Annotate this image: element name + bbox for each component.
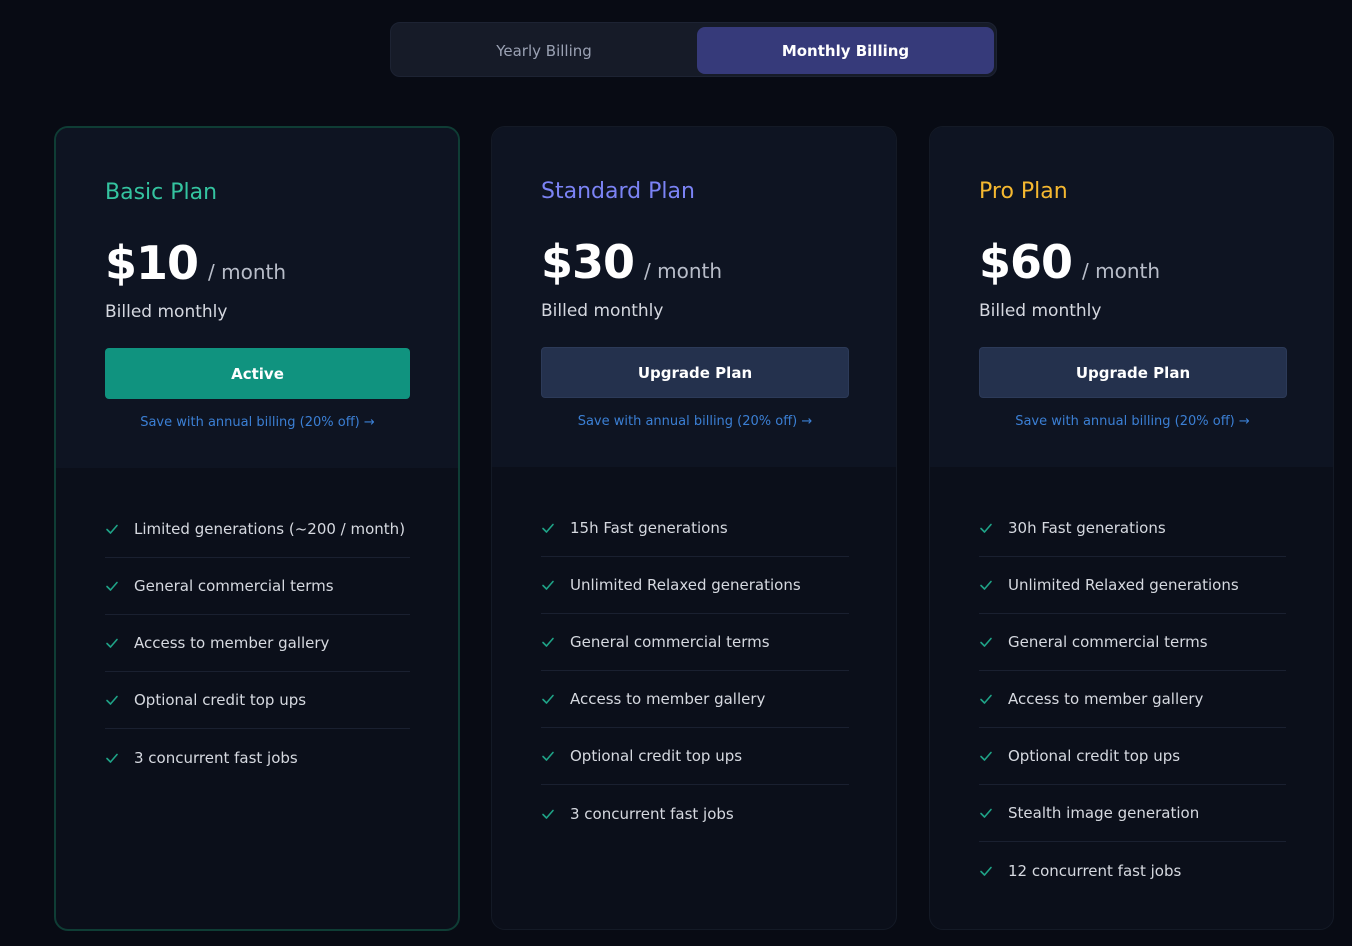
feature-label: Unlimited Relaxed generations xyxy=(570,576,801,594)
billing-frequency: Billed monthly xyxy=(105,302,228,322)
feature-item: General commercial terms xyxy=(105,558,410,615)
feature-item: Access to member gallery xyxy=(979,671,1286,728)
check-icon xyxy=(980,637,992,647)
upgrade-plan-button[interactable]: Upgrade Plan xyxy=(541,347,849,398)
plan-name: Pro Plan xyxy=(979,179,1068,204)
feature-label: Optional credit top ups xyxy=(570,747,743,765)
feature-label: 12 concurrent fast jobs xyxy=(1008,861,1182,880)
feature-item: General commercial terms xyxy=(979,614,1286,671)
check-icon xyxy=(106,638,118,648)
feature-item: 30h Fast generations xyxy=(979,500,1286,557)
feature-label: Limited generations (~200 / month) xyxy=(134,520,406,538)
feature-item: Unlimited Relaxed generations xyxy=(979,557,1286,614)
feature-item: Stealth image generation xyxy=(979,785,1286,842)
monthly-billing-tab[interactable]: Monthly Billing xyxy=(697,27,994,74)
plan-name: Standard Plan xyxy=(541,179,695,204)
yearly-billing-tab[interactable]: Yearly Billing xyxy=(395,27,693,74)
feature-label: 15h Fast generations xyxy=(570,519,728,537)
feature-label: 30h Fast generations xyxy=(1008,519,1166,537)
price-row: $10 / month xyxy=(105,236,286,290)
upgrade-plan-button[interactable]: Upgrade Plan xyxy=(979,347,1287,398)
feature-item: Optional credit top ups xyxy=(979,728,1286,785)
plan-period: / month xyxy=(208,260,287,284)
price-row: $60 / month xyxy=(979,235,1160,289)
feature-item: General commercial terms xyxy=(541,614,849,671)
check-icon xyxy=(542,751,554,761)
active-plan-button[interactable]: Active xyxy=(105,348,410,399)
feature-list: 15h Fast generations Unlimited Relaxed ge… xyxy=(541,500,849,842)
feature-item: Limited generations (~200 / month) xyxy=(105,501,410,558)
pro-plan-card: Pro Plan $60 / month Billed monthly Upgr… xyxy=(929,126,1334,930)
feature-label: General commercial terms xyxy=(1008,633,1208,651)
check-icon xyxy=(980,580,992,590)
feature-label: Access to member gallery xyxy=(134,634,330,652)
check-icon xyxy=(542,637,554,647)
plan-name: Basic Plan xyxy=(105,180,218,205)
check-icon xyxy=(542,694,554,704)
feature-item: Unlimited Relaxed generations xyxy=(541,557,849,614)
check-icon xyxy=(542,523,554,533)
save-annual-link[interactable]: Save with annual billing (20% off) → xyxy=(541,414,849,429)
check-icon xyxy=(106,695,118,705)
plan-price: $30 xyxy=(541,235,635,289)
check-icon xyxy=(980,694,992,704)
check-icon xyxy=(106,524,118,534)
feature-label: Stealth image generation xyxy=(1008,804,1200,822)
feature-list: 30h Fast generations Unlimited Relaxed ge… xyxy=(979,500,1286,899)
feature-label: General commercial terms xyxy=(570,633,770,651)
plan-price: $10 xyxy=(105,236,199,290)
save-annual-link[interactable]: Save with annual billing (20% off) → xyxy=(105,415,410,430)
check-icon xyxy=(106,581,118,591)
basic-plan-card: Basic Plan $10 / month Billed monthly Ac… xyxy=(54,126,460,931)
feature-label: Unlimited Relaxed generations xyxy=(1008,576,1239,594)
feature-label: 3 concurrent fast jobs xyxy=(134,748,298,767)
feature-label: 3 concurrent fast jobs xyxy=(570,804,734,823)
plan-period: / month xyxy=(1082,259,1161,283)
check-icon xyxy=(980,751,992,761)
price-row: $30 / month xyxy=(541,235,722,289)
check-icon xyxy=(980,808,992,818)
feature-item: 3 concurrent fast jobs xyxy=(541,785,849,842)
feature-item: 3 concurrent fast jobs xyxy=(105,729,410,786)
feature-label: General commercial terms xyxy=(134,577,334,595)
feature-item: Access to member gallery xyxy=(541,671,849,728)
standard-plan-card: Standard Plan $30 / month Billed monthly… xyxy=(491,126,897,930)
feature-label: Optional credit top ups xyxy=(134,691,307,709)
feature-item: 12 concurrent fast jobs xyxy=(979,842,1286,899)
check-icon xyxy=(542,809,554,819)
feature-item: Optional credit top ups xyxy=(105,672,410,729)
check-icon xyxy=(542,580,554,590)
plan-price: $60 xyxy=(979,235,1073,289)
check-icon xyxy=(980,866,992,876)
feature-list: Limited generations (~200 / month) Genera… xyxy=(105,501,410,786)
feature-label: Access to member gallery xyxy=(570,690,766,708)
billing-frequency: Billed monthly xyxy=(979,301,1102,321)
billing-frequency: Billed monthly xyxy=(541,301,664,321)
feature-item: Access to member gallery xyxy=(105,615,410,672)
feature-item: Optional credit top ups xyxy=(541,728,849,785)
feature-label: Optional credit top ups xyxy=(1008,747,1181,765)
billing-toggle: Yearly Billing Monthly Billing xyxy=(390,22,997,77)
plan-period: / month xyxy=(644,259,723,283)
check-icon xyxy=(106,753,118,763)
feature-item: 15h Fast generations xyxy=(541,500,849,557)
save-annual-link[interactable]: Save with annual billing (20% off) → xyxy=(979,414,1286,429)
check-icon xyxy=(980,523,992,533)
feature-label: Access to member gallery xyxy=(1008,690,1204,708)
